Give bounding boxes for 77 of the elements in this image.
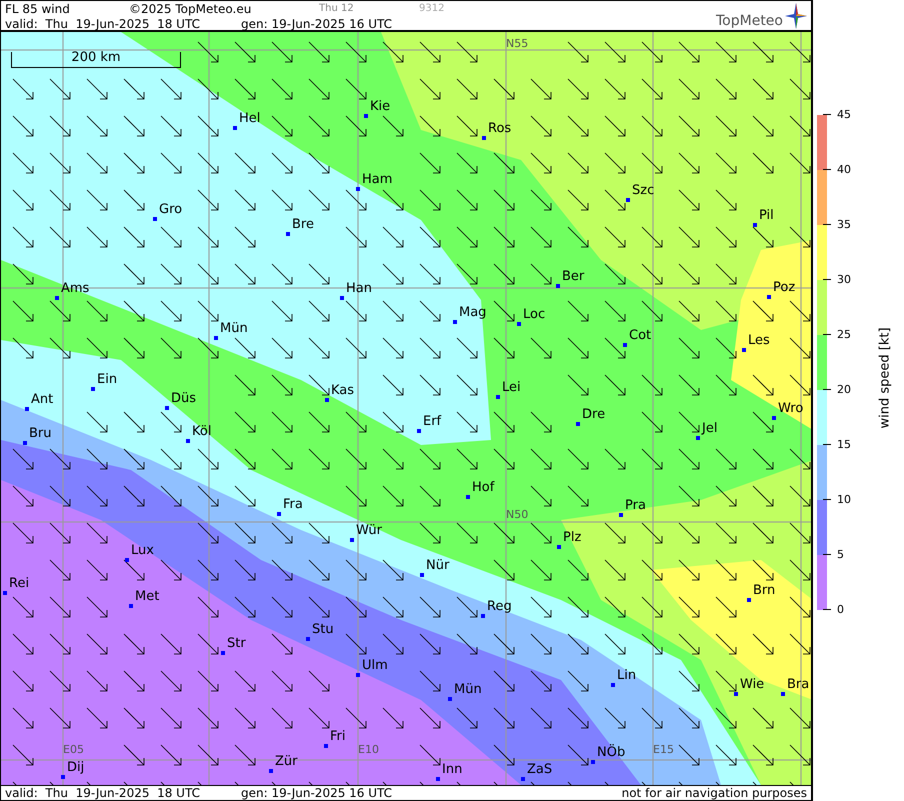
city-label: Poz — [773, 281, 796, 295]
compass-star-icon — [785, 3, 807, 29]
legend-tick-label: 15 — [837, 438, 851, 451]
grid-label: N50 — [506, 509, 528, 521]
city-label: Dre — [582, 408, 606, 422]
city-label: Pil — [759, 209, 774, 223]
city-label: NÖb — [597, 746, 626, 760]
city-label: Zür — [275, 755, 298, 769]
city-label: Wie — [740, 678, 764, 692]
city-label: Ber — [562, 270, 584, 284]
city-label: Jel — [702, 422, 718, 436]
city-label: Lux — [131, 544, 154, 558]
code-text: 9312 — [419, 3, 444, 14]
legend-tick-label: 0 — [837, 603, 844, 616]
disclaimer-text: not for air navigation purposes — [622, 786, 807, 800]
legend-tick-label: 30 — [837, 273, 851, 286]
city-label: Pra — [625, 499, 646, 513]
generated-time: gen: 19-Jun-2025 16 UTC — [241, 16, 392, 30]
city-label: Mün — [454, 683, 482, 697]
city-label: Hof — [472, 481, 494, 495]
copyright-text: ©2025 TopMeteo.eu — [129, 2, 252, 16]
grid-label: E10 — [358, 744, 379, 756]
legend-tick-label: 25 — [837, 328, 851, 341]
city-label: Ros — [488, 122, 512, 136]
city-label: Brn — [753, 584, 776, 598]
city-label: Str — [227, 637, 246, 651]
city-label: Loc — [523, 308, 546, 322]
city-label: Stu — [312, 623, 334, 637]
city-label: Han — [346, 282, 372, 296]
legend-tick-label: 40 — [837, 163, 851, 176]
city-label: Bru — [29, 427, 52, 441]
city-label: Ham — [362, 173, 392, 187]
city-label: Lei — [502, 381, 521, 395]
forecast-time: Thu 12 — [318, 3, 355, 14]
city-label: Düs — [171, 392, 196, 406]
city-label: Wro — [778, 402, 804, 416]
logo-text: TopMeteo — [716, 13, 783, 29]
city-label: Cot — [629, 329, 652, 343]
legend-tick-label: 35 — [837, 218, 851, 231]
city-label: Wür — [356, 524, 382, 538]
legend-title: wind speed [kt] — [878, 327, 892, 429]
city-label: Bre — [292, 218, 314, 232]
city-label: Ulm — [362, 659, 388, 673]
city-label: Szc — [632, 184, 654, 198]
scale-bar: 200 km — [11, 52, 181, 68]
legend-tick-label: 10 — [837, 493, 851, 506]
legend-tick-label: 20 — [837, 383, 851, 396]
grid-label: N55 — [506, 38, 528, 50]
city-label: Ein — [97, 373, 118, 387]
city-label: Nür — [426, 559, 450, 573]
city-label: Met — [135, 590, 160, 604]
city-label: Fri — [330, 730, 346, 744]
valid-time: valid: Thu 19-Jun-2025 18 UTC — [5, 786, 201, 800]
city-label: Plz — [563, 531, 582, 545]
city-label: Reg — [487, 600, 512, 614]
map-title: FL 85 wind — [5, 2, 71, 16]
city-label: Dij — [67, 761, 84, 775]
city-label: Bra — [787, 678, 810, 692]
grid-label: E15 — [653, 744, 674, 756]
city-label: Ant — [31, 393, 54, 407]
city-label: Fra — [283, 498, 303, 512]
city-label: Erf — [423, 415, 442, 429]
city-label: Gro — [159, 203, 182, 217]
city-label: Rei — [9, 577, 30, 591]
legend-tick-label: 5 — [837, 548, 844, 561]
city-label: Kas — [331, 384, 354, 398]
generated-time: gen: 19-Jun-2025 16 UTC — [241, 786, 392, 800]
city-label: Kie — [370, 100, 390, 114]
city-label: Ams — [61, 282, 90, 296]
city-label: Mün — [220, 322, 248, 336]
valid-time: valid: Thu 19-Jun-2025 18 UTC — [5, 16, 201, 30]
city-label: Lin — [617, 669, 636, 683]
grid-label: E05 — [63, 744, 84, 756]
city-label: Les — [748, 334, 770, 348]
city-label: ZaS — [527, 763, 552, 777]
city-label: Inn — [442, 763, 462, 777]
legend-tick-label: 45 — [837, 108, 851, 121]
